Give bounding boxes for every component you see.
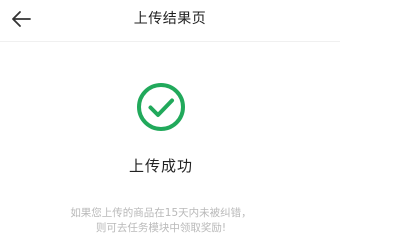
top-nav-bar: 上传结果页 [0, 0, 340, 42]
reward-hint-line-2: 则可去任务模块中领取奖励! [95, 222, 227, 234]
reward-hint: 如果您上传的商品在15天内未被纠错， 则可去任务模块中领取奖励! [0, 206, 322, 236]
reward-hint-line-1: 如果您上传的商品在15天内未被纠错， [70, 207, 252, 219]
check-circle-icon [137, 83, 185, 131]
page-title: 上传结果页 [133, 11, 207, 27]
result-content: 上传成功 如果您上传的商品在15天内未被纠错， 则可去任务模块中领取奖励! [0, 42, 340, 245]
upload-result-page: 上传结果页 上传成功 如果您上传的商品在15天内未被纠错， 则可去任务模块中领取… [0, 0, 407, 245]
upload-success-text: 上传成功 [128, 157, 193, 175]
